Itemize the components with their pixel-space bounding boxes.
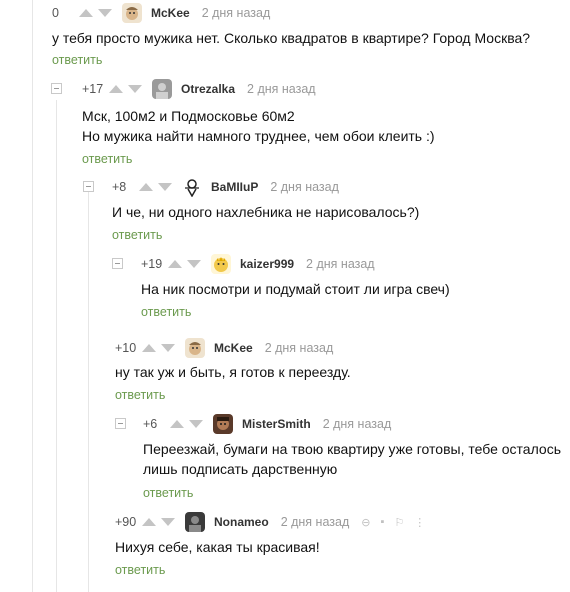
comment-rating: +6 — [143, 417, 158, 431]
comment-header: 0 McKee 2 дня назад — [52, 2, 270, 24]
reply-link[interactable]: ответить — [141, 305, 191, 319]
mistersmith-avatar[interactable] — [213, 414, 233, 434]
more-icon[interactable]: ⋮ — [414, 516, 425, 529]
upvote-icon[interactable] — [109, 85, 123, 93]
mckee-avatar[interactable] — [185, 338, 205, 358]
link-icon[interactable]: ⊖ — [361, 516, 370, 529]
collapse-button[interactable] — [115, 418, 126, 429]
thread-line — [56, 100, 57, 592]
comment-time[interactable]: 2 дня назад — [202, 6, 271, 20]
reply-link[interactable]: ответить — [52, 53, 102, 67]
comment-header: +17 Otrezalka 2 дня назад — [82, 78, 316, 100]
comment-time[interactable]: 2 дня назад — [306, 257, 375, 271]
comment-text: Нихуя себе, какая ты красивая! — [115, 537, 320, 557]
downvote-icon[interactable] — [189, 420, 203, 428]
reply-link[interactable]: ответить — [112, 228, 162, 242]
mckee-avatar[interactable] — [122, 3, 142, 23]
comment-text: ну так уж и быть, я готов к переезду. — [115, 362, 351, 382]
downvote-icon[interactable] — [98, 9, 112, 17]
comment-line: И че, ни одного нахлебника не нарисовало… — [112, 204, 420, 220]
upvote-icon[interactable] — [139, 183, 153, 191]
collapse-button[interactable] — [51, 83, 62, 94]
comment-line: лишь подписать дарственную — [143, 461, 338, 477]
downvote-icon[interactable] — [161, 518, 175, 526]
upvote-icon[interactable] — [170, 420, 184, 428]
downvote-icon[interactable] — [161, 344, 175, 352]
comment-header: +6 MisterSmith 2 дня назад — [143, 413, 391, 435]
thread-line — [88, 182, 89, 592]
comment-text: Переезжай, бумаги на твою квартиру уже г… — [143, 439, 561, 479]
comment-author[interactable]: Otrezalka — [181, 82, 235, 96]
comment-author[interactable]: McKee — [151, 6, 190, 20]
save-icon[interactable]: ▪ — [380, 516, 384, 528]
comment-header: +8 BaMIIuP 2 дня назад — [112, 176, 339, 198]
kaizer-avatar[interactable] — [211, 254, 231, 274]
comment-tools: ⊖ ▪ ⚐ ⋮ — [361, 516, 425, 529]
comment-header: +10 McKee 2 дня назад — [115, 337, 333, 359]
reply-link[interactable]: ответить — [143, 486, 193, 500]
collapse-button[interactable] — [112, 258, 123, 269]
comment-rating: +19 — [141, 257, 163, 271]
downvote-icon[interactable] — [128, 85, 142, 93]
comment-line: ну так уж и быть, я готов к переезду. — [115, 364, 351, 380]
comment-author[interactable]: MisterSmith — [242, 417, 311, 431]
comment-rating: +17 — [82, 82, 104, 96]
comment-author[interactable]: BaMIIuP — [211, 180, 258, 194]
comment-author[interactable]: Nonameo — [214, 515, 269, 529]
upvote-icon[interactable] — [142, 518, 156, 526]
comment-time[interactable]: 2 дня назад — [247, 82, 316, 96]
reply-link[interactable]: ответить — [115, 563, 165, 577]
comment-text: Мск, 100м2 и Подмосковье 60м2 Но мужика … — [82, 106, 435, 146]
comment-author[interactable]: kaizer999 — [240, 257, 294, 271]
downvote-icon[interactable] — [187, 260, 201, 268]
comment-line: На ник посмотри и подумай стоит ли игра … — [141, 281, 450, 297]
comment-time[interactable]: 2 дня назад — [281, 515, 350, 529]
reply-link[interactable]: ответить — [115, 388, 165, 402]
comment-author[interactable]: McKee — [214, 341, 253, 355]
comment-text: И че, ни одного нахлебника не нарисовало… — [112, 202, 419, 222]
flag-icon[interactable]: ⚐ — [394, 516, 404, 529]
upvote-icon[interactable] — [142, 344, 156, 352]
comment-rating: +8 — [112, 180, 127, 194]
upvote-icon[interactable] — [79, 9, 93, 17]
nonameo-avatar[interactable] — [185, 512, 205, 532]
comment-line: Переезжай, бумаги на твою квартиру уже г… — [143, 441, 561, 457]
collapse-button[interactable] — [83, 181, 94, 192]
comment-rating: +90 — [115, 515, 137, 529]
comment-header: +19 kaizer999 2 дня назад — [141, 253, 375, 275]
comment-rating: 0 — [52, 6, 59, 20]
comment-text: у тебя просто мужика нет. Сколько квадра… — [52, 28, 530, 48]
comment-line: Но мужика найти намного труднее, чем обо… — [82, 128, 435, 144]
otrezalka-avatar[interactable] — [152, 79, 172, 99]
vampire-avatar[interactable] — [182, 177, 202, 197]
comment-header: +90 Nonameo 2 дня назад ⊖ ▪ ⚐ ⋮ — [115, 511, 425, 533]
comment-time[interactable]: 2 дня назад — [265, 341, 334, 355]
comment-time[interactable]: 2 дня назад — [270, 180, 339, 194]
comment-line: Мск, 100м2 и Подмосковье 60м2 — [82, 108, 295, 124]
thread-line — [32, 0, 33, 592]
comment-rating: +10 — [115, 341, 137, 355]
comment-line: Нихуя себе, какая ты красивая! — [115, 539, 320, 555]
comment-line: у тебя просто мужика нет. Сколько квадра… — [52, 30, 531, 46]
upvote-icon[interactable] — [168, 260, 182, 268]
comment-time[interactable]: 2 дня назад — [323, 417, 392, 431]
downvote-icon[interactable] — [158, 183, 172, 191]
comment-text: На ник посмотри и подумай стоит ли игра … — [141, 279, 450, 299]
reply-link[interactable]: ответить — [82, 152, 132, 166]
